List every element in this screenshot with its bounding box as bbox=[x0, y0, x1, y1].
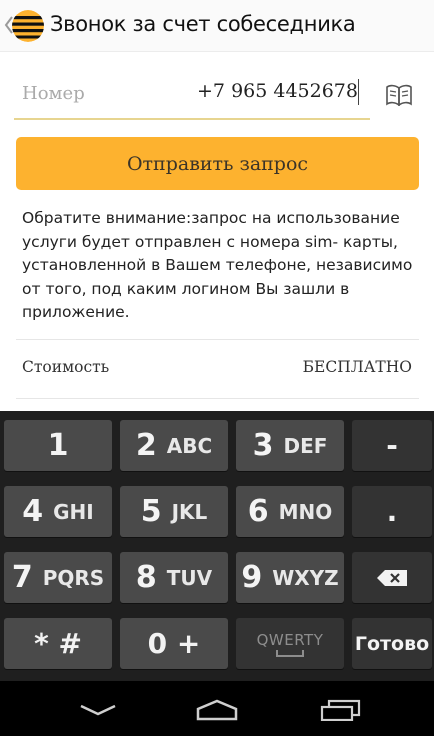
key-1[interactable]: 1 bbox=[4, 420, 112, 471]
key-3[interactable]: 3 DEF bbox=[236, 420, 344, 471]
done-key[interactable]: Готово bbox=[352, 618, 432, 669]
divider bbox=[16, 398, 419, 399]
text-cursor bbox=[358, 79, 359, 105]
key-dash[interactable]: - bbox=[352, 420, 432, 471]
divider bbox=[16, 339, 419, 340]
backspace-icon bbox=[377, 569, 407, 586]
key-7[interactable]: 7 PQRS bbox=[4, 552, 112, 603]
key-zero-plus[interactable]: 0 + bbox=[120, 618, 228, 669]
key-dot[interactable]: . bbox=[352, 486, 432, 537]
cost-value: БЕСПЛАТНО bbox=[302, 358, 412, 376]
key-9[interactable]: 9 WXYZ bbox=[236, 552, 344, 603]
recent-apps-icon[interactable] bbox=[310, 695, 370, 725]
qwerty-switch-key[interactable]: QWERTY bbox=[236, 618, 344, 669]
numeric-keyboard: 1 2 ABC 3 DEF - 4 GHI 5 JKL 6 MNO . 7 PQRS 8 TU… bbox=[0, 411, 434, 681]
action-bar: Звонок за счет собеседника bbox=[0, 0, 434, 52]
phone-placeholder: Номер bbox=[22, 83, 85, 104]
send-request-button[interactable]: Отправить запрос bbox=[16, 137, 419, 190]
key-5[interactable]: 5 JKL bbox=[120, 486, 228, 537]
page-title: Звонок за счет собеседника bbox=[50, 12, 356, 36]
phone-value: +7 965 4452678 bbox=[197, 80, 358, 102]
notice-text: Обратите внимание:запрос на использовани… bbox=[22, 209, 413, 321]
system-navigation-bar bbox=[0, 681, 434, 736]
contacts-book-icon[interactable] bbox=[386, 84, 412, 106]
back-icon[interactable] bbox=[68, 695, 128, 725]
key-star-hash[interactable]: * # bbox=[4, 618, 112, 669]
key-4[interactable]: 4 GHI bbox=[4, 486, 112, 537]
phone-number-field[interactable]: Номер +7 965 4452678 bbox=[14, 70, 370, 120]
home-icon[interactable] bbox=[187, 695, 247, 725]
cost-label: Стоимость bbox=[22, 358, 110, 376]
key-8[interactable]: 8 TUV bbox=[120, 552, 228, 603]
spacebar-icon bbox=[276, 649, 304, 657]
backspace-key[interactable] bbox=[352, 552, 432, 603]
beeline-logo-icon[interactable] bbox=[12, 10, 44, 42]
key-6[interactable]: 6 MNO bbox=[236, 486, 344, 537]
key-2[interactable]: 2 ABC bbox=[120, 420, 228, 471]
